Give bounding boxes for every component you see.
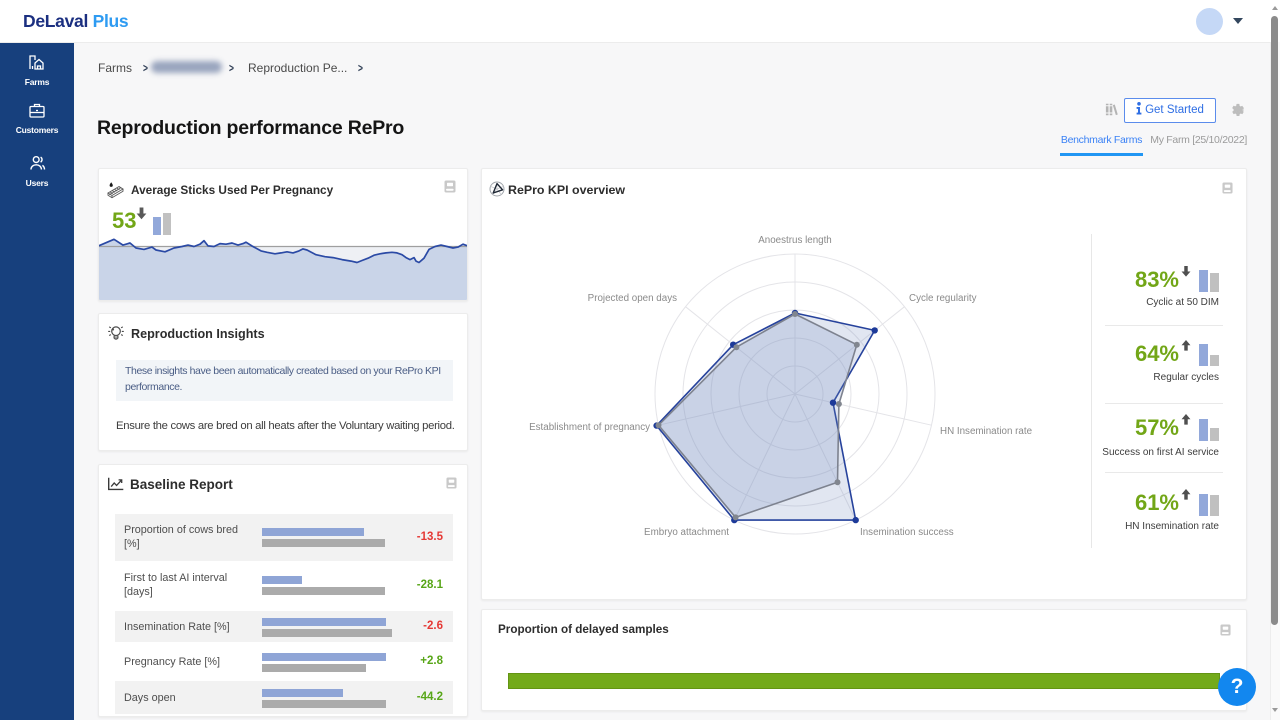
svg-text:HN Insemination rate: HN Insemination rate bbox=[940, 426, 1033, 437]
svg-text:Insemination success: Insemination success bbox=[860, 527, 954, 538]
svg-text:Projected open days: Projected open days bbox=[588, 293, 677, 304]
svg-text:Establishment of pregnancy: Establishment of pregnancy bbox=[529, 422, 650, 433]
svg-text:Cycle regularity: Cycle regularity bbox=[909, 293, 977, 304]
svg-text:Anoestrus length: Anoestrus length bbox=[758, 235, 832, 246]
svg-text:Embryo attachment: Embryo attachment bbox=[644, 527, 729, 538]
